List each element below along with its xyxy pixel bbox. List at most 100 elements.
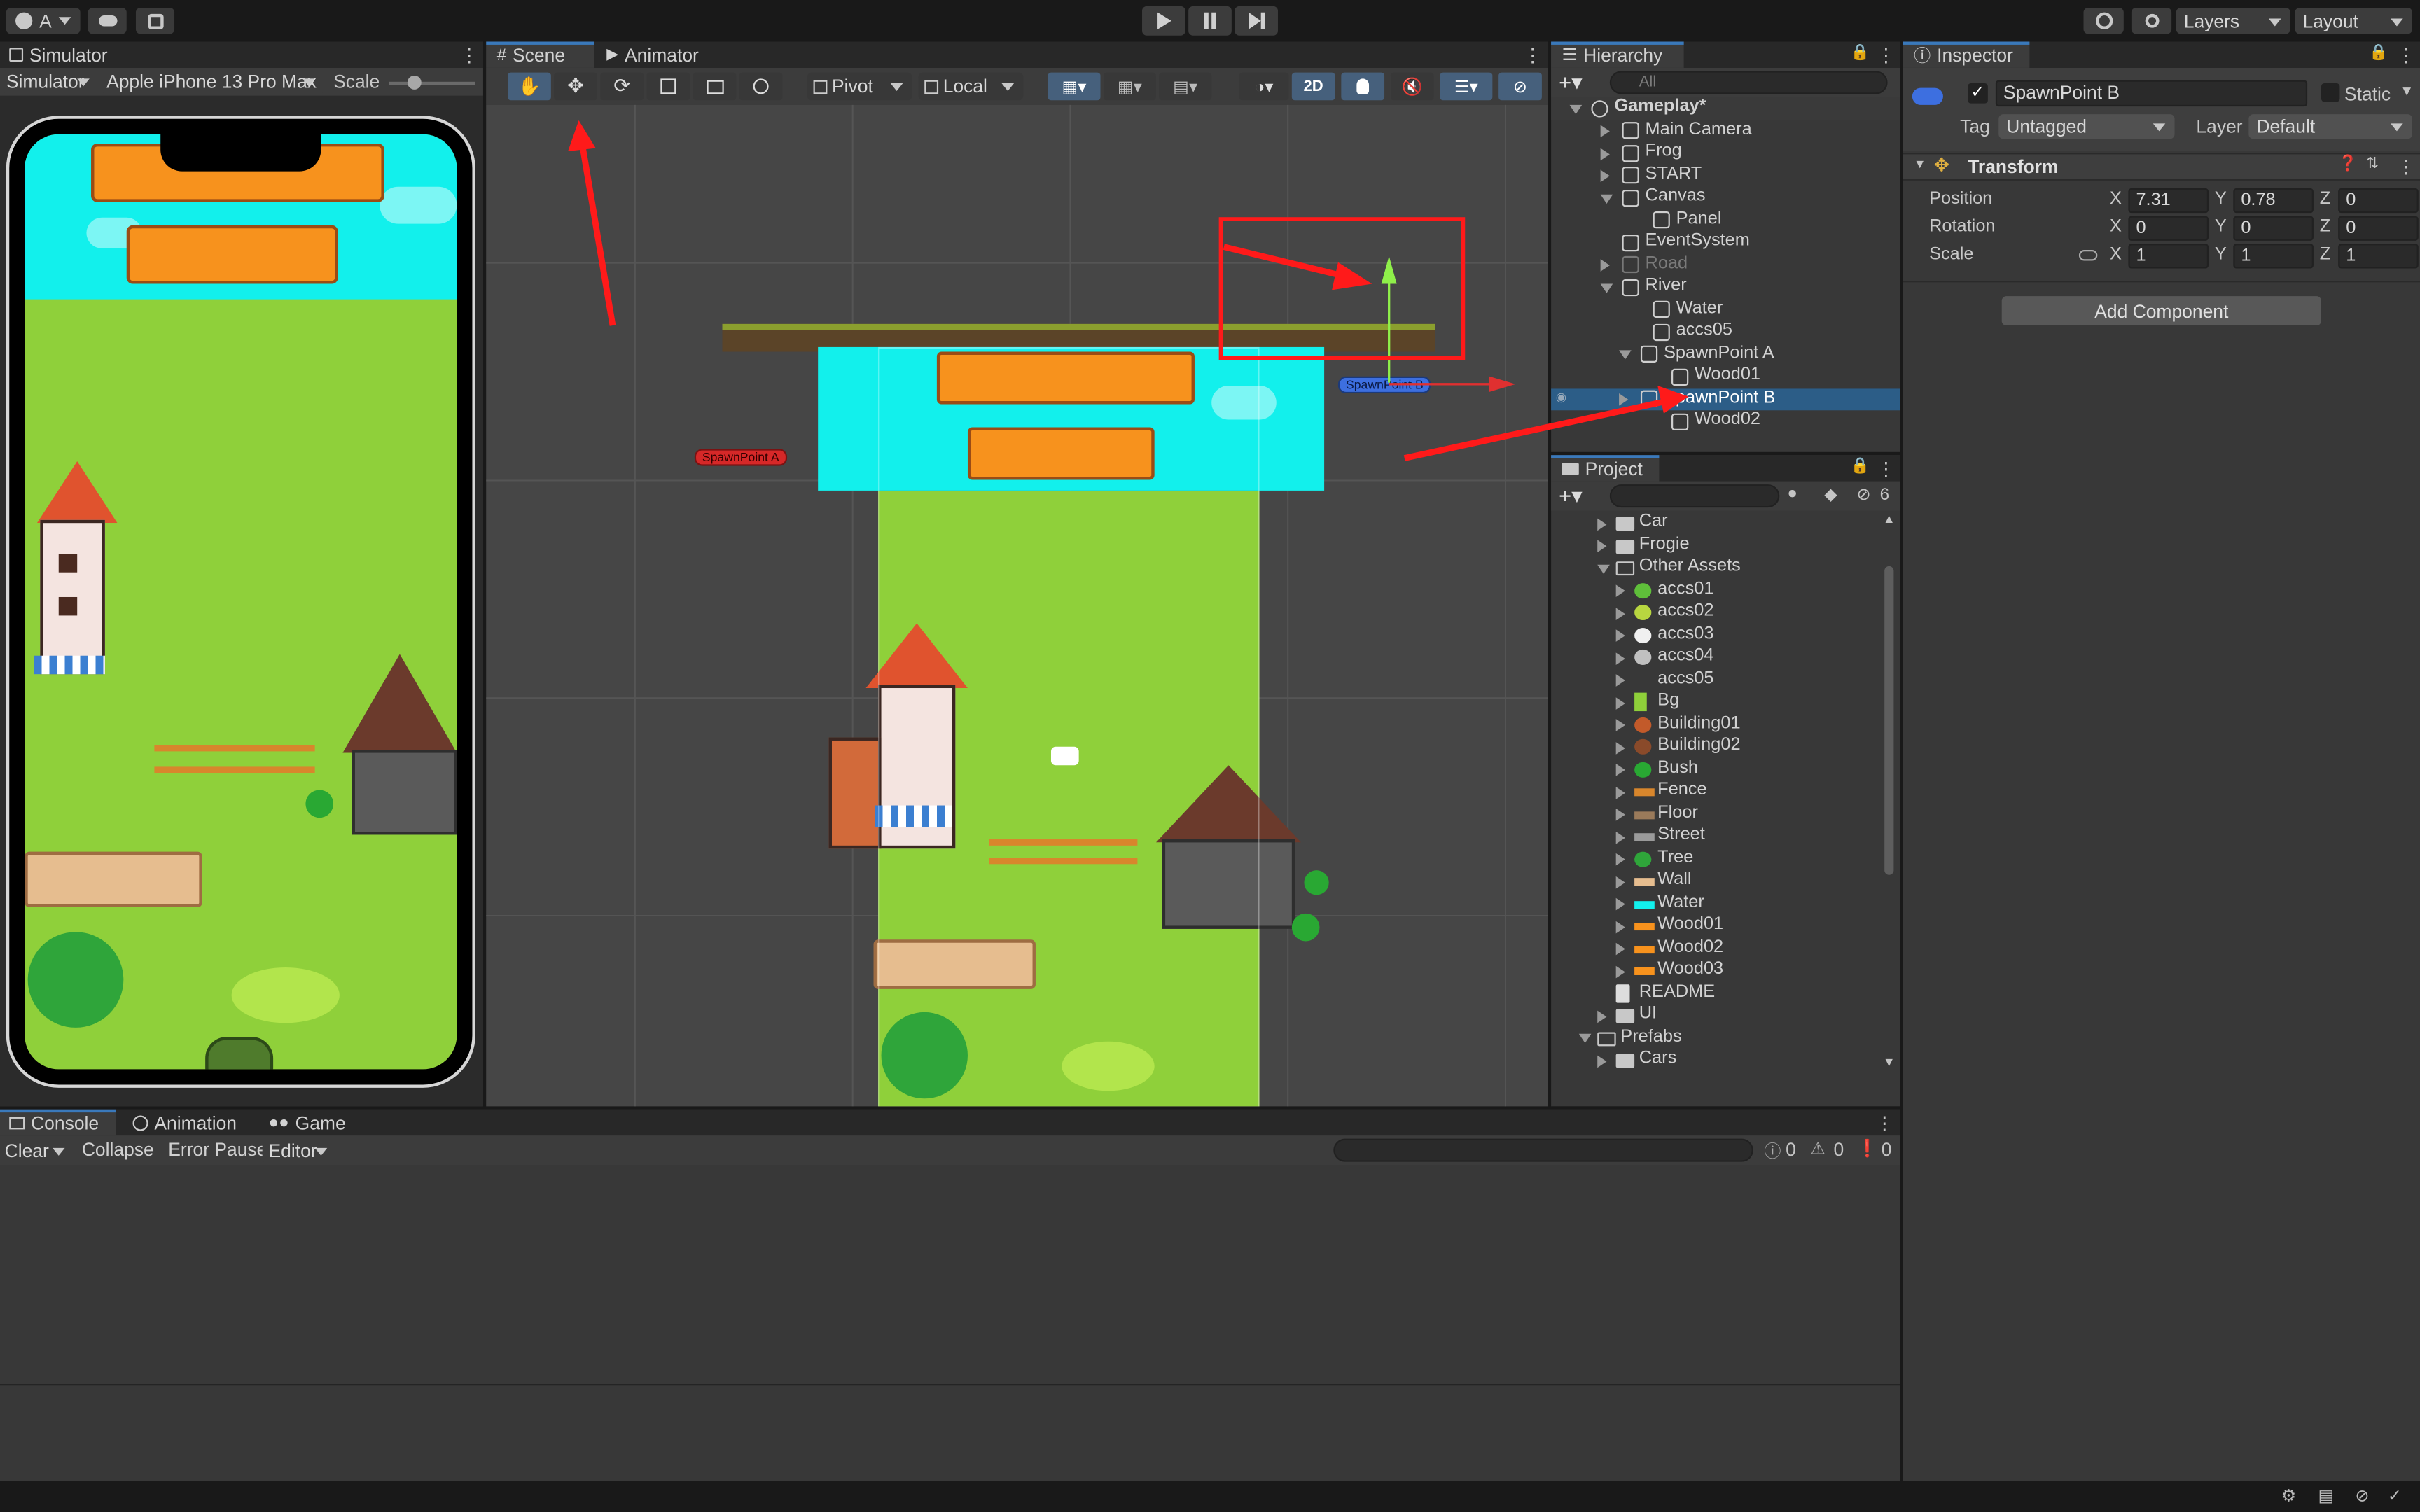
transform-x-field[interactable]: 7.31	[2128, 188, 2209, 214]
cloud-button[interactable]	[88, 8, 127, 34]
hierarchy-item[interactable]: Road	[1551, 254, 1900, 276]
collapse-arrow-icon[interactable]	[1615, 652, 1625, 664]
tab-simulator[interactable]: Simulator	[9, 42, 108, 68]
project-item[interactable]: Floor	[1551, 803, 1882, 825]
expand-arrow-icon[interactable]	[1619, 350, 1632, 360]
hierarchy-item[interactable]: Wood02	[1551, 410, 1900, 433]
collapse-arrow-icon[interactable]	[1615, 607, 1625, 620]
lighting-button[interactable]	[1341, 72, 1385, 101]
layer-dropdown[interactable]: Default	[2248, 114, 2412, 139]
tag-dropdown[interactable]: Untagged	[1998, 114, 2175, 139]
lock-icon[interactable]: 🔒	[2369, 45, 2388, 62]
panel-menu-icon[interactable]: ⋮	[2397, 45, 2415, 66]
transform-y-field[interactable]: 0.78	[2233, 188, 2314, 214]
project-scrollbar[interactable]	[1884, 566, 1894, 875]
collapse-arrow-icon[interactable]	[1615, 808, 1625, 821]
pause-button[interactable]	[1188, 6, 1232, 36]
visibility-button[interactable]: ⊘	[1498, 72, 1542, 101]
hierarchy-search-input[interactable]: All	[1609, 71, 1888, 94]
console-search-input[interactable]	[1333, 1138, 1753, 1162]
play-button[interactable]	[1142, 6, 1185, 36]
panel-menu-icon[interactable]: ⋮	[1523, 45, 1541, 66]
hierarchy-item[interactable]: EventSystem	[1551, 232, 1900, 254]
clear-dropdown[interactable]: Clear	[0, 1137, 74, 1163]
lock-icon[interactable]: 🔒	[1851, 458, 1870, 475]
collapse-arrow-icon[interactable]	[1615, 629, 1625, 642]
editor-dropdown[interactable]: Editor	[262, 1137, 337, 1163]
tab-project[interactable]: Project	[1562, 455, 1643, 481]
expand-arrow-icon[interactable]	[1597, 564, 1610, 573]
project-item[interactable]: Fence	[1551, 780, 1882, 803]
project-item[interactable]: Street	[1551, 825, 1882, 848]
project-item[interactable]: Building01	[1551, 713, 1882, 736]
scale-tool-button[interactable]	[646, 72, 690, 101]
hierarchy-item[interactable]: Water	[1551, 298, 1900, 321]
project-item[interactable]: Bg	[1551, 691, 1882, 713]
expand-arrow-icon[interactable]	[1600, 193, 1613, 203]
expand-arrow-icon[interactable]	[1569, 104, 1583, 113]
collapse-arrow-icon[interactable]	[1615, 674, 1625, 687]
project-item[interactable]: Building02	[1551, 736, 1882, 758]
network-icon[interactable]: ⊘	[2355, 1486, 2369, 1506]
project-item[interactable]: Prefabs	[1551, 1027, 1882, 1049]
transform-z-field[interactable]: 0	[2338, 188, 2419, 214]
chevron-down-icon[interactable]: ▼	[2400, 83, 2414, 99]
project-item[interactable]: Bush	[1551, 758, 1882, 780]
collapse-arrow-icon[interactable]	[1615, 764, 1625, 776]
hidden-packages-icon[interactable]: ⊘	[1857, 484, 1871, 504]
transform-z-field[interactable]: 1	[2338, 244, 2419, 269]
collab-button[interactable]	[135, 8, 175, 34]
error-pause-button[interactable]: Error Pause	[168, 1139, 267, 1161]
preset-icon[interactable]: ⇅	[2366, 156, 2379, 173]
hand-tool-button[interactable]: ✋	[508, 72, 551, 101]
tab-animator[interactable]: ▶ Animator	[606, 42, 699, 68]
project-item[interactable]: Water	[1551, 892, 1882, 915]
hierarchy-item[interactable]: SpawnPoint B	[1551, 388, 1900, 410]
add-component-button[interactable]: Add Component	[2001, 296, 2321, 326]
grid-snap-button[interactable]: ▦▾	[1048, 72, 1101, 101]
project-item[interactable]: README	[1551, 982, 1882, 1004]
project-item[interactable]: accs04	[1551, 647, 1882, 669]
collapse-arrow-icon[interactable]	[1615, 830, 1625, 844]
project-item[interactable]: UI	[1551, 1004, 1882, 1027]
progress-icon[interactable]: ▤	[2318, 1486, 2335, 1506]
mode-2d-button[interactable]: 2D	[1291, 72, 1335, 101]
project-item[interactable]: Wood03	[1551, 960, 1882, 982]
collapse-arrow-icon[interactable]	[1615, 897, 1625, 911]
panel-menu-icon[interactable]: ⋮	[1875, 1112, 1893, 1134]
collapse-arrow-icon[interactable]	[1597, 1054, 1607, 1068]
search-by-type-icon[interactable]: ●	[1787, 484, 1797, 503]
lock-icon[interactable]: 🔒	[1851, 45, 1870, 62]
collapse-arrow-icon[interactable]	[1600, 147, 1610, 160]
create-button[interactable]: +▾	[1559, 69, 1583, 95]
transform-z-field[interactable]: 0	[2338, 216, 2419, 241]
account-dropdown[interactable]: A	[6, 8, 81, 34]
visibility-eye-icon[interactable]: ◉	[1556, 391, 1566, 405]
bug-icon[interactable]: ⚙	[2281, 1486, 2297, 1506]
panel-menu-icon[interactable]: ⋮	[1877, 458, 1895, 480]
collapse-arrow-icon[interactable]	[1615, 719, 1625, 732]
project-item[interactable]: Tree	[1551, 848, 1882, 870]
project-item[interactable]: Wood01	[1551, 915, 1882, 937]
transform-y-field[interactable]: 1	[2233, 244, 2314, 269]
hierarchy-item[interactable]: SpawnPoint A	[1551, 343, 1900, 365]
collapse-arrow-icon[interactable]	[1615, 741, 1625, 754]
collapse-arrow-icon[interactable]	[1615, 875, 1625, 888]
local-dropdown[interactable]: Local	[918, 72, 1024, 101]
hierarchy-item[interactable]: START	[1551, 164, 1900, 187]
tab-console[interactable]: Console	[9, 1110, 99, 1135]
simulator-mode-dropdown[interactable]: Simulator	[3, 69, 99, 94]
collapse-arrow-icon[interactable]	[1600, 169, 1610, 183]
rotate-tool-button[interactable]: ⟳	[600, 72, 644, 101]
grid-button[interactable]: ▦▾	[1103, 72, 1156, 101]
history-button[interactable]	[2083, 8, 2124, 34]
hierarchy-item[interactable]: Canvas	[1551, 187, 1900, 209]
project-item[interactable]: Wood02	[1551, 937, 1882, 960]
search-by-label-icon[interactable]: ◆	[1824, 484, 1837, 504]
transform-x-field[interactable]: 0	[2128, 216, 2209, 241]
audio-button[interactable]: 🔇	[1390, 72, 1434, 101]
warning-icon[interactable]: ⚠	[1810, 1139, 1826, 1158]
tab-game[interactable]: ●● Game	[269, 1110, 346, 1135]
collapse-arrow-icon[interactable]	[1615, 785, 1625, 799]
create-button[interactable]: +▾	[1559, 483, 1583, 509]
